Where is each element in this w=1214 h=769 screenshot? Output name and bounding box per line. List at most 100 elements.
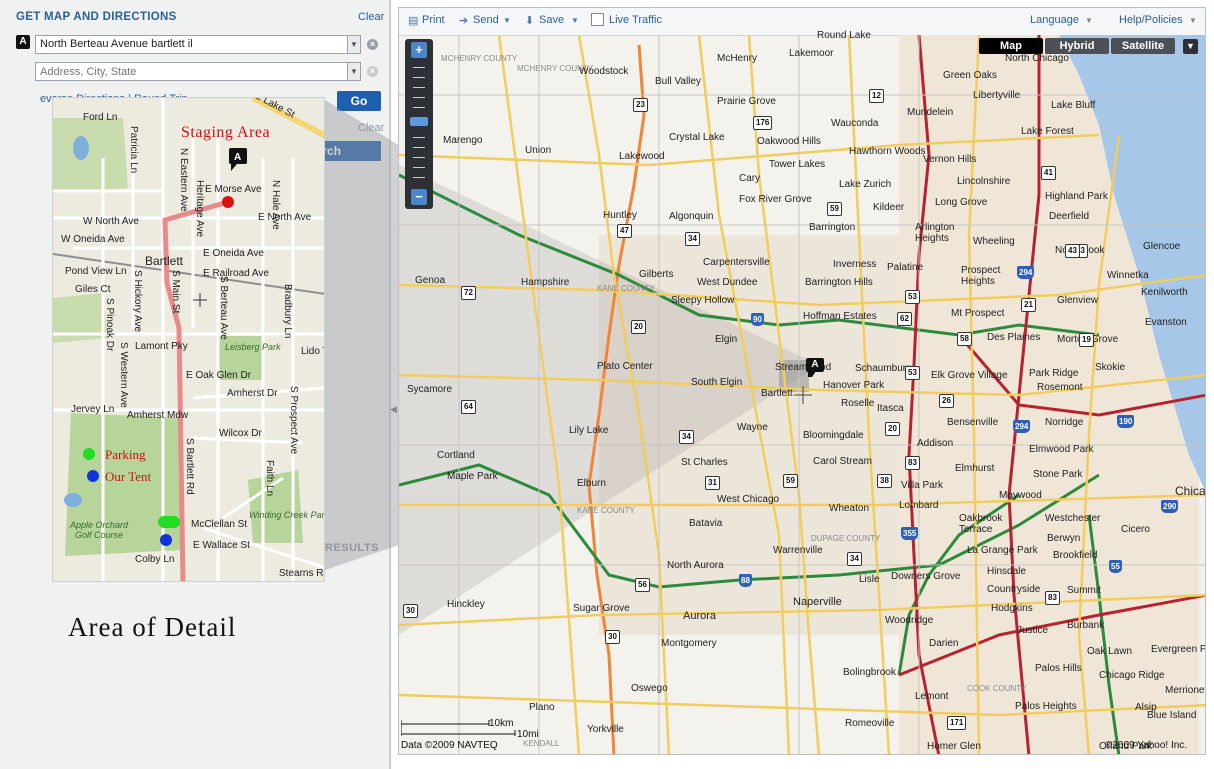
city-label: Evanston xyxy=(1145,317,1187,328)
zoom-control: + − xyxy=(405,39,433,209)
park-label: Leisberg Park xyxy=(225,342,281,352)
city-label: Lincolnshire xyxy=(957,176,1011,187)
city-label: Long Grove xyxy=(935,197,988,208)
city-label: Naperville xyxy=(793,596,842,608)
street-label: Amherst Dr xyxy=(227,388,278,399)
street-label: Wilcox Dr xyxy=(219,428,262,439)
clear-directions-link[interactable]: Clear xyxy=(358,11,384,23)
end-dropdown-icon[interactable]: ▼ xyxy=(347,62,361,81)
live-traffic-label[interactable]: Live Traffic xyxy=(609,14,662,26)
city-label: Burbank xyxy=(1067,620,1105,631)
zoom-tick[interactable] xyxy=(413,107,425,108)
interstate-shield: 90 xyxy=(751,313,764,326)
street-label: W North Ave xyxy=(83,216,139,227)
start-address-input[interactable]: North Berteau Avenue bartlett il xyxy=(35,35,348,54)
street-label: W Oneida Ave xyxy=(61,234,125,245)
city-label: Montgomery xyxy=(661,638,717,649)
map-type-hybrid-button[interactable]: Hybrid xyxy=(1045,38,1109,54)
street-label: Giles Ct xyxy=(75,284,111,295)
map-type-expand-icon[interactable]: ▼ xyxy=(1183,39,1198,54)
city-label: Lemont xyxy=(915,691,949,702)
city-label: Glenview xyxy=(1057,295,1099,306)
interstate-shield: 55 xyxy=(1109,560,1122,573)
street-label: S Main St xyxy=(170,270,181,314)
city-label: Hinsdale xyxy=(987,566,1026,577)
staging-area-label: Staging Area xyxy=(181,124,271,141)
street-label: E Morse Ave xyxy=(205,184,262,195)
print-icon[interactable]: ▤ xyxy=(408,14,418,27)
city-label: Hawthorn Woods xyxy=(849,146,926,157)
live-traffic-checkbox[interactable] xyxy=(591,13,604,26)
route-shield: 83 xyxy=(1045,591,1060,605)
city-label: Batavia xyxy=(689,518,723,529)
city-label: Wayne xyxy=(737,422,768,433)
clear-end-icon[interactable]: × xyxy=(367,66,378,77)
map-type-satellite-button[interactable]: Satellite xyxy=(1111,38,1175,54)
city-label: Chicago xyxy=(1175,484,1206,498)
end-address-input[interactable] xyxy=(35,62,348,81)
street-label: Amherst Mdw xyxy=(127,410,189,421)
city-label: Des Plaines xyxy=(987,332,1041,343)
map-type-map-button[interactable]: Map xyxy=(979,38,1043,54)
save-button[interactable]: Save xyxy=(539,14,564,26)
location-pin-icon[interactable]: A xyxy=(806,358,824,372)
zoom-tick[interactable] xyxy=(413,177,425,178)
send-button[interactable]: Send xyxy=(473,14,499,26)
city-label: Lake Forest xyxy=(1021,126,1074,137)
route-shield: 34 xyxy=(847,552,862,566)
city-label: Green Oaks xyxy=(943,70,997,81)
clear-start-icon[interactable]: × xyxy=(367,39,378,50)
street-label: E Railroad Ave xyxy=(203,268,269,279)
zoom-tick[interactable] xyxy=(413,67,425,68)
save-dropdown-icon[interactable]: ▼ xyxy=(571,16,579,25)
route-shield: 34 xyxy=(679,430,694,444)
zoom-in-button[interactable]: + xyxy=(411,42,427,58)
language-dropdown-icon[interactable]: ▼ xyxy=(1085,16,1093,25)
send-dropdown-icon[interactable]: ▼ xyxy=(503,16,511,25)
city-label: Hoffman Estates xyxy=(803,311,877,322)
zoom-tick[interactable] xyxy=(413,157,425,158)
city-label: McHenry xyxy=(717,53,758,64)
city-label: Warrenville xyxy=(773,545,823,556)
city-label: North Aurora xyxy=(667,560,724,571)
directions-header: GET MAP AND DIRECTIONS xyxy=(16,11,177,23)
route-shield: 20 xyxy=(885,422,900,436)
zoom-tick[interactable] xyxy=(413,147,425,148)
zoom-slider-thumb[interactable] xyxy=(410,117,428,126)
city-label: Hanover Park xyxy=(823,380,885,391)
city-label: Roselle xyxy=(841,398,875,409)
city-label: Norridge xyxy=(1045,417,1084,428)
city-label: Wauconda xyxy=(831,118,879,129)
main-map[interactable]: ▤ Print ➔ Send ▼ ⬇ Save ▼ Live Traffic L… xyxy=(398,7,1206,755)
city-label: Cary xyxy=(739,173,761,184)
start-dropdown-icon[interactable]: ▼ xyxy=(347,35,361,54)
route-shield: 12 xyxy=(869,89,884,103)
zoom-tick[interactable] xyxy=(413,137,425,138)
zoom-out-button[interactable]: − xyxy=(411,189,427,205)
city-label: Elburn xyxy=(577,478,606,489)
city-label: Romeoville xyxy=(845,718,895,729)
save-icon[interactable]: ⬇ xyxy=(525,14,534,27)
print-button[interactable]: Print xyxy=(422,14,445,26)
zoom-tick[interactable] xyxy=(413,167,425,168)
city-label: Gilberts xyxy=(639,269,674,280)
route-shield: 30 xyxy=(403,604,418,618)
route-shield: 62 xyxy=(897,312,912,326)
city-label: Wheeling xyxy=(973,236,1015,247)
help-dropdown-icon[interactable]: ▼ xyxy=(1189,16,1197,25)
interstate-shield: 190 xyxy=(1117,415,1135,428)
zoom-tick[interactable] xyxy=(413,97,425,98)
city-label: Marengo xyxy=(443,135,483,146)
route-shield: 26 xyxy=(939,394,954,408)
city-label: Lisle xyxy=(859,574,880,585)
zoom-tick[interactable] xyxy=(413,87,425,88)
city-label: Tower Lakes xyxy=(769,159,826,170)
zoom-tick[interactable] xyxy=(413,77,425,78)
city-label: Blue Island xyxy=(1147,710,1197,721)
help-menu[interactable]: Help/Policies xyxy=(1119,14,1183,26)
send-icon[interactable]: ➔ xyxy=(459,14,468,27)
route-shield: 43 xyxy=(1065,244,1080,258)
city-label: Elmwood Park xyxy=(1029,444,1094,455)
language-menu[interactable]: Language xyxy=(1030,14,1079,26)
street-label: Lido Ter xyxy=(301,346,324,357)
